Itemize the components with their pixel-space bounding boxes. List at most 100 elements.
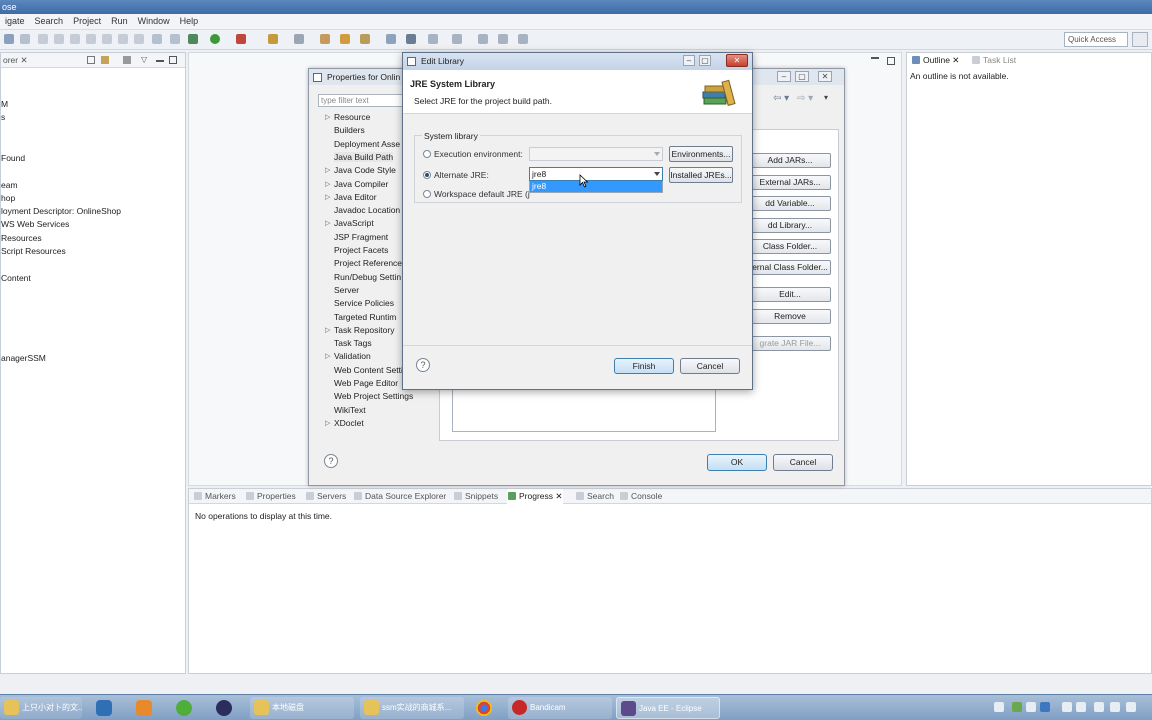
tab-console[interactable]: Console: [619, 489, 662, 504]
tree-item[interactable]: Script Resources: [1, 246, 66, 256]
tab-project-explorer[interactable]: orer ✕: [0, 53, 28, 68]
tray-icon[interactable]: [1076, 702, 1086, 712]
installed-jres-button[interactable]: Installed JREs...: [669, 167, 733, 183]
help-icon[interactable]: ?: [416, 358, 430, 372]
toolbar-icon[interactable]: [406, 34, 416, 44]
nav-item[interactable]: Project Reference: [334, 258, 402, 268]
toolbar-icon[interactable]: [70, 34, 80, 44]
alternate-jre-combo[interactable]: jre8: [529, 167, 663, 181]
toolbar-icon[interactable]: [268, 34, 278, 44]
nav-item[interactable]: Java Build Path: [334, 151, 394, 162]
nav-item[interactable]: Web Page Editor: [334, 378, 398, 388]
network-icon[interactable]: [1094, 702, 1104, 712]
chevron-down-icon[interactable]: ▾: [824, 93, 828, 102]
build-path-button[interactable]: Class Folder...: [749, 239, 831, 254]
tab-task-list[interactable]: Task List: [971, 53, 1016, 68]
forward-icon[interactable]: [498, 34, 508, 44]
minimize-button[interactable]: –: [683, 55, 695, 66]
expand-arrow-icon[interactable]: ▷: [325, 166, 330, 174]
nav-item[interactable]: JSP Fragment: [334, 232, 388, 242]
tree-item[interactable]: s: [1, 112, 5, 122]
nav-item[interactable]: Validation: [334, 351, 371, 361]
toolbar-icon[interactable]: [428, 34, 438, 44]
expand-arrow-icon[interactable]: ▷: [325, 352, 330, 360]
toolbar-icon[interactable]: [118, 34, 128, 44]
taskbar-task[interactable]: ssm实战的商城系...: [360, 697, 464, 719]
minimize-icon[interactable]: [156, 60, 164, 62]
run-icon[interactable]: [210, 34, 220, 44]
taskbar-pin[interactable]: [88, 697, 120, 719]
ok-button[interactable]: OK: [707, 454, 767, 471]
tab-data-source-explorer[interactable]: Data Source Explorer: [353, 489, 446, 504]
build-path-button[interactable]: ernal Class Folder...: [749, 260, 831, 275]
build-path-button[interactable]: dd Library...: [749, 218, 831, 233]
nav-item[interactable]: Deployment Asse: [334, 139, 400, 149]
tab-search[interactable]: Search: [575, 489, 614, 504]
expand-arrow-icon[interactable]: ▷: [325, 219, 330, 227]
toolbar-icon[interactable]: [102, 34, 112, 44]
toolbar-icon[interactable]: [4, 34, 14, 44]
maximize-icon[interactable]: [887, 57, 895, 65]
taskbar-pin[interactable]: [128, 697, 160, 719]
build-path-button[interactable]: grate JAR File...: [749, 336, 831, 351]
tab-markers[interactable]: Markers: [193, 489, 236, 504]
taskbar-task[interactable]: 上只小对卜的文...: [0, 697, 82, 719]
link-editor-icon[interactable]: [101, 56, 109, 64]
nav-item[interactable]: Web Project Settings: [334, 391, 413, 401]
minimize-icon[interactable]: [871, 57, 879, 59]
execution-environment-combo[interactable]: [529, 147, 663, 161]
toolbar-icon[interactable]: [54, 34, 64, 44]
maximize-button[interactable]: ▢: [699, 55, 711, 66]
tree-item[interactable]: Resources: [1, 233, 42, 243]
toolbar-icon[interactable]: [320, 34, 330, 44]
back-icon[interactable]: ⇦ ▾: [773, 93, 789, 104]
nav-item[interactable]: Run/Debug Settin: [334, 272, 401, 282]
maximize-icon[interactable]: [169, 56, 177, 64]
toolbar-icon[interactable]: [152, 34, 162, 44]
close-button[interactable]: ✕: [726, 54, 748, 67]
tab-snippets[interactable]: Snippets: [453, 489, 498, 504]
wechat-icon[interactable]: [1012, 702, 1022, 712]
menu-help[interactable]: Help: [175, 14, 204, 28]
tray-icon[interactable]: [1026, 702, 1036, 712]
nav-item[interactable]: Task Repository: [334, 325, 394, 335]
tree-item[interactable]: WS Web Services: [1, 219, 69, 229]
alternate-jre-radio[interactable]: [423, 171, 431, 179]
menu-navigate[interactable]: igate: [0, 14, 30, 28]
tray-icon[interactable]: [994, 702, 1004, 712]
tree-item[interactable]: M: [1, 99, 8, 109]
taskbar-pin[interactable]: [168, 697, 200, 719]
nav-item[interactable]: Server: [334, 285, 359, 295]
taskbar-task-active[interactable]: Java EE - Eclipse: [616, 697, 720, 719]
volume-icon[interactable]: [1110, 702, 1120, 712]
cancel-button[interactable]: Cancel: [680, 358, 740, 374]
build-path-button[interactable]: dd Variable...: [749, 196, 831, 211]
tab-properties[interactable]: Properties: [245, 489, 296, 504]
forward-icon[interactable]: ⇨ ▾: [797, 93, 813, 104]
nav-item[interactable]: Project Facets: [334, 245, 388, 255]
perspective-button[interactable]: [1132, 32, 1148, 47]
taskbar-pin[interactable]: [468, 697, 500, 719]
menu-run[interactable]: Run: [106, 14, 133, 28]
tray-icon[interactable]: [1040, 702, 1050, 712]
toolbar-icon[interactable]: [86, 34, 96, 44]
toolbar-icon[interactable]: [360, 34, 370, 44]
tab-servers[interactable]: Servers: [305, 489, 346, 504]
expand-arrow-icon[interactable]: ▷: [325, 326, 330, 334]
workspace-default-radio[interactable]: [423, 190, 431, 198]
taskbar-task[interactable]: Bandicam: [508, 697, 612, 719]
back-icon[interactable]: [478, 34, 488, 44]
tab-progress[interactable]: Progress ✕: [507, 489, 563, 504]
close-button[interactable]: ✕: [818, 71, 832, 82]
execution-environment-radio[interactable]: [423, 150, 431, 158]
tree-item[interactable]: Content: [1, 273, 31, 283]
menu-search[interactable]: Search: [30, 14, 69, 28]
build-path-button[interactable]: Add JARs...: [749, 153, 831, 168]
build-path-button[interactable]: Remove: [749, 309, 831, 324]
nav-item[interactable]: Java Compiler: [334, 179, 388, 189]
tree-item[interactable]: anagerSSM: [1, 353, 46, 363]
nav-item[interactable]: WikiText: [334, 405, 366, 415]
toolbar-icon[interactable]: [170, 34, 180, 44]
tab-outline[interactable]: Outline ✕: [911, 53, 959, 68]
nav-item[interactable]: Web Content Setti: [334, 365, 403, 375]
